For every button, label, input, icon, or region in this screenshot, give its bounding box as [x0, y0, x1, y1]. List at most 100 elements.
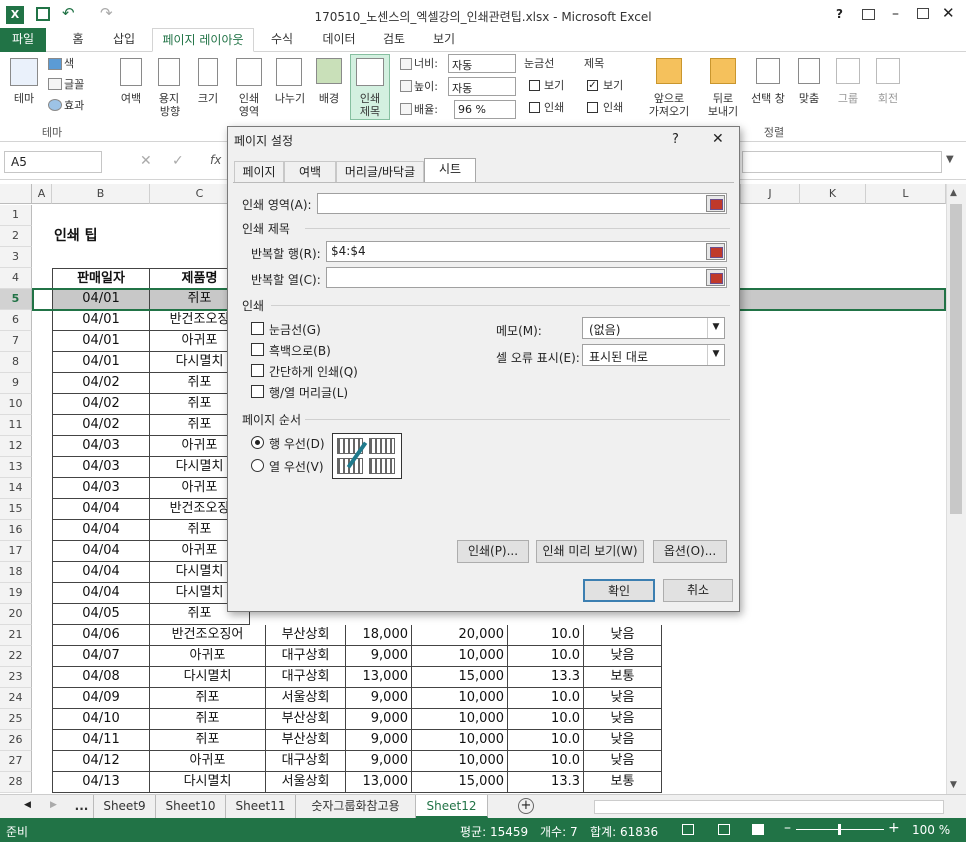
row-header[interactable]: 14 — [0, 478, 32, 499]
table-cell[interactable]: 10,000 — [412, 730, 508, 751]
table-cell[interactable]: 부산상회 — [266, 730, 346, 751]
down-then-over-radio[interactable] — [251, 436, 264, 449]
help-button[interactable]: ? — [836, 7, 843, 21]
table-cell[interactable]: 20,000 — [412, 625, 508, 646]
table-cell[interactable]: 04/11 — [52, 730, 150, 751]
insert-function-icon[interactable]: fx — [210, 153, 221, 167]
scroll-thumb[interactable] — [950, 204, 962, 514]
tab-view[interactable]: 보기 — [424, 28, 464, 52]
row-header[interactable]: 5 — [0, 289, 32, 310]
headings-print-checkbox[interactable] — [587, 102, 598, 113]
tab-insert[interactable]: 삽입 — [104, 28, 144, 52]
name-box[interactable]: A5 — [4, 151, 102, 173]
orientation-button-line2[interactable]: 방향 — [150, 105, 190, 118]
row-header[interactable]: 12 — [0, 436, 32, 457]
table-cell[interactable]: 낮음 — [584, 625, 662, 646]
row-header[interactable]: 1 — [0, 205, 32, 226]
row-header[interactable]: 11 — [0, 415, 32, 436]
cell-errors-select[interactable]: 표시된 대로 ▼ — [582, 344, 725, 366]
send-backward-line2[interactable]: 보내기 — [698, 105, 748, 118]
table-cell[interactable]: 04/12 — [52, 751, 150, 772]
table-cell[interactable]: 10.0 — [508, 646, 584, 667]
rows-repeat-collapse-icon[interactable] — [706, 243, 725, 260]
row-header[interactable]: 18 — [0, 562, 32, 583]
table-cell[interactable]: 04/03 — [52, 478, 150, 499]
scale-spinner[interactable]: 96 % — [454, 100, 516, 119]
row-header[interactable]: 9 — [0, 373, 32, 394]
row-header[interactable]: 4 — [0, 268, 32, 289]
dialog-close-button[interactable]: ✕ — [712, 131, 724, 147]
dialog-help-button[interactable]: ? — [672, 132, 679, 147]
comments-select[interactable]: (없음) ▼ — [582, 317, 725, 339]
tab-file[interactable]: 파일 — [0, 28, 46, 52]
table-cell[interactable]: 쥐포 — [150, 688, 266, 709]
table-cell[interactable]: 10.0 — [508, 730, 584, 751]
cancel-button[interactable]: 취소 — [663, 579, 733, 602]
table-cell[interactable]: 04/04 — [52, 520, 150, 541]
sheet-tab[interactable]: 숫자그룹화참고용 — [296, 795, 416, 818]
table-cell[interactable]: 04/02 — [52, 415, 150, 436]
cols-repeat-input[interactable] — [326, 267, 727, 288]
margins-button[interactable]: 여백 — [114, 92, 148, 105]
table-cell[interactable]: 15,000 — [412, 667, 508, 688]
table-cell[interactable]: 대구상회 — [266, 751, 346, 772]
maximize-button[interactable] — [917, 8, 929, 19]
normal-view-icon[interactable] — [682, 824, 694, 835]
row-header[interactable]: 10 — [0, 394, 32, 415]
row-header[interactable]: 8 — [0, 352, 32, 373]
row-header[interactable]: 15 — [0, 499, 32, 520]
table-cell[interactable]: 04/01 — [52, 352, 150, 373]
column-header[interactable]: J — [740, 184, 800, 204]
bring-forward-line2[interactable]: 가져오기 — [640, 105, 698, 118]
scroll-down-arrow[interactable]: ▼ — [950, 780, 957, 790]
table-cell[interactable]: 아귀포 — [150, 646, 266, 667]
table-cell[interactable]: 04/10 — [52, 709, 150, 730]
row-header[interactable]: 13 — [0, 457, 32, 478]
row-header[interactable]: 19 — [0, 583, 32, 604]
page-break-view-icon[interactable] — [752, 824, 764, 835]
row-header[interactable]: 20 — [0, 604, 32, 625]
table-cell[interactable]: 낮음 — [584, 709, 662, 730]
table-cell[interactable]: 보통 — [584, 772, 662, 793]
table-cell[interactable]: 04/08 — [52, 667, 150, 688]
table-cell[interactable]: 서울상회 — [266, 772, 346, 793]
gridlines-view-checkbox[interactable] — [529, 80, 540, 91]
row-header[interactable]: 28 — [0, 772, 32, 793]
enter-formula-icon[interactable]: ✓ — [172, 153, 184, 169]
fonts-button[interactable]: 글꼴 — [64, 78, 94, 91]
table-cell[interactable]: 낮음 — [584, 688, 662, 709]
table-cell[interactable]: 13,000 — [346, 667, 412, 688]
table-cell[interactable]: 04/01 — [52, 310, 150, 331]
column-header[interactable]: B — [52, 184, 150, 204]
table-cell[interactable]: 보통 — [584, 667, 662, 688]
table-header-cell[interactable]: 판매일자 — [52, 268, 150, 289]
print-area-line1[interactable]: 인쇄 — [232, 92, 266, 105]
sheet-tab[interactable]: Sheet9 — [94, 795, 156, 818]
breaks-button[interactable]: 나누기 — [270, 92, 310, 105]
orientation-button-line1[interactable]: 용지 — [154, 92, 184, 105]
table-cell[interactable]: 부산상회 — [266, 625, 346, 646]
tab-sheet[interactable]: 시트 — [424, 158, 476, 183]
row-header[interactable]: 23 — [0, 667, 32, 688]
headings-view-checkbox[interactable]: ✓ — [587, 80, 598, 91]
page-layout-view-icon[interactable] — [718, 824, 730, 835]
tab-page-layout[interactable]: 페이지 레이아웃 — [152, 28, 254, 52]
formula-input[interactable] — [742, 151, 942, 173]
horizontal-scrollbar[interactable] — [594, 800, 944, 814]
close-window-button[interactable]: ✕ — [942, 4, 955, 22]
table-cell[interactable]: 10.0 — [508, 709, 584, 730]
draft-quality-checkbox[interactable] — [251, 364, 264, 377]
row-header[interactable]: 21 — [0, 625, 32, 646]
row-header[interactable]: 2 — [0, 226, 32, 247]
selection-pane-button[interactable]: 선택 창 — [746, 92, 790, 105]
table-cell[interactable]: 낮음 — [584, 730, 662, 751]
sheet-tab[interactable]: Sheet11 — [226, 795, 296, 818]
print-titles-line1[interactable]: 인쇄 — [352, 92, 388, 105]
cancel-formula-icon[interactable]: ✕ — [140, 153, 152, 169]
table-cell[interactable]: 다시멸치 — [150, 667, 266, 688]
row-header[interactable]: 6 — [0, 310, 32, 331]
table-cell[interactable]: 04/09 — [52, 688, 150, 709]
new-sheet-icon[interactable]: + — [518, 798, 534, 814]
print-area-line2[interactable]: 영역 — [232, 105, 266, 118]
table-cell[interactable]: 04/02 — [52, 394, 150, 415]
